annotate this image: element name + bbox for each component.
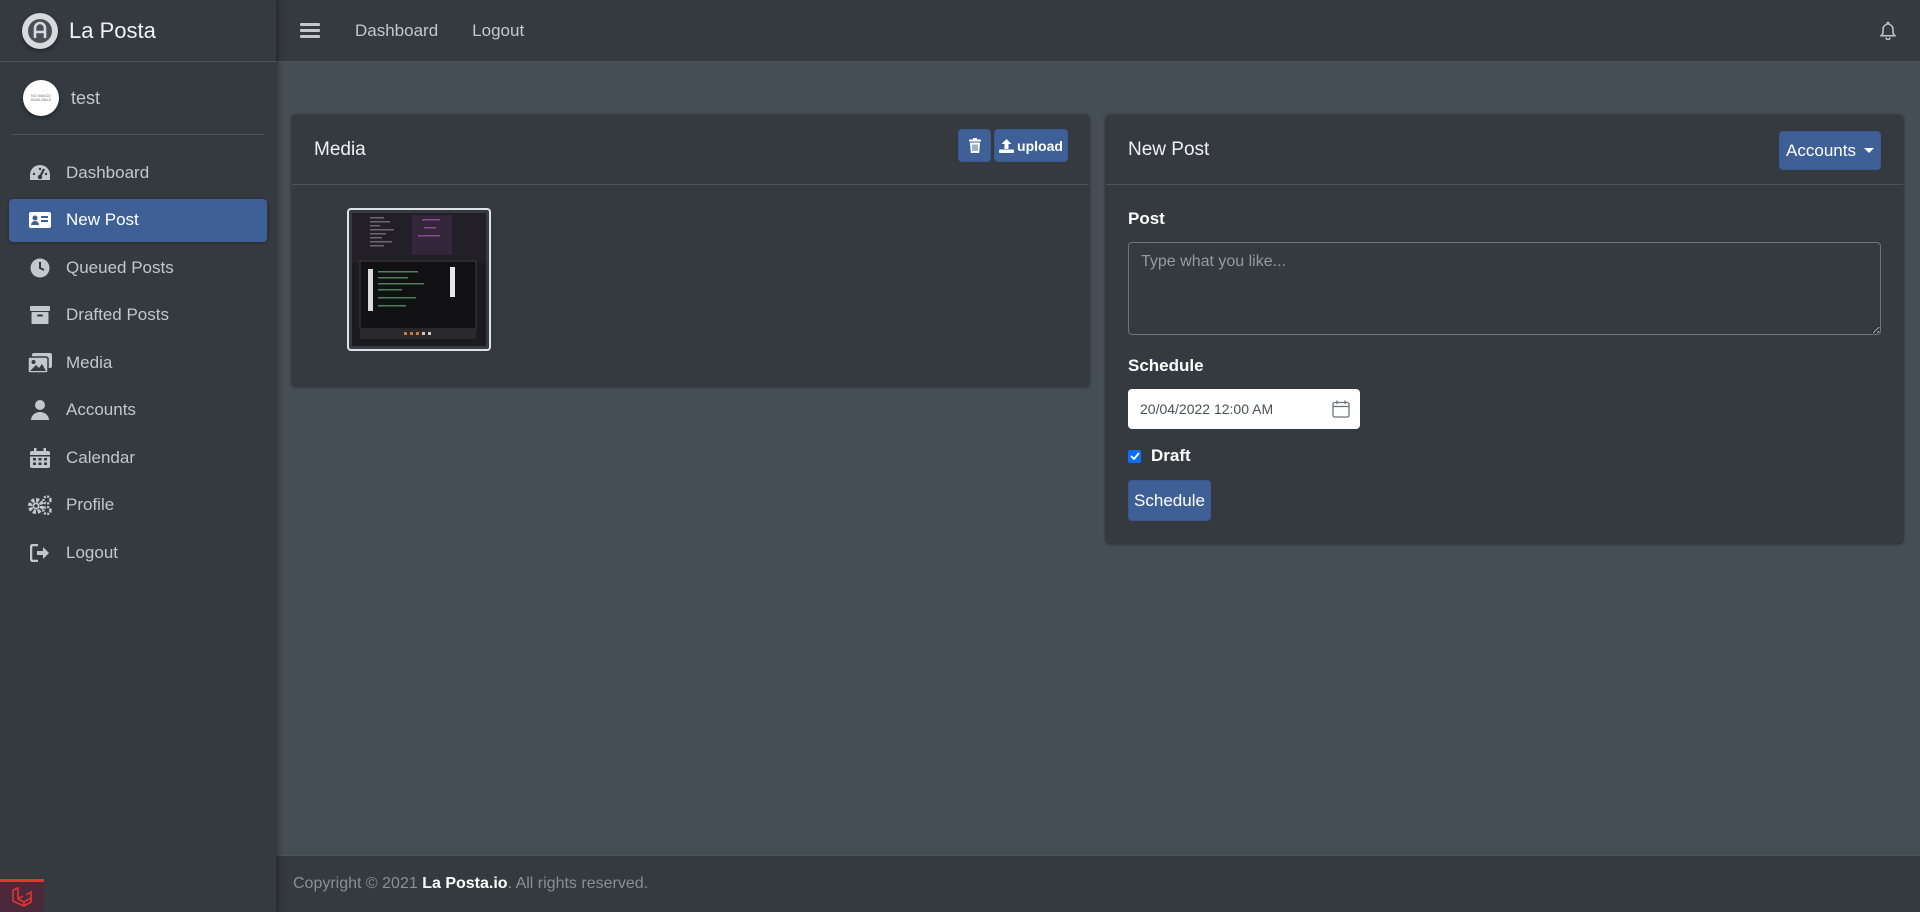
footer-rights: . All rights reserved. bbox=[507, 875, 649, 892]
sidebar-item-label: Calendar bbox=[66, 447, 135, 467]
schedule-datetime-value: 20/04/2022 12:00 AM bbox=[1140, 401, 1274, 417]
sidebar-item-accounts[interactable]: Accounts bbox=[9, 389, 267, 432]
sign-out-icon bbox=[28, 541, 52, 565]
upload-button[interactable]: upload bbox=[994, 129, 1068, 162]
sidebar-item-new-post[interactable]: New Post bbox=[9, 198, 267, 242]
draft-label: Draft bbox=[1151, 446, 1191, 465]
draft-checkbox[interactable] bbox=[1128, 449, 1141, 463]
sidebar-item-label: Accounts bbox=[66, 400, 136, 419]
accounts-dropdown-label: Accounts bbox=[1786, 140, 1856, 160]
footer: Copyright © 2021 La Posta.io. All rights… bbox=[276, 855, 1920, 912]
media-thumbnail-image bbox=[352, 213, 486, 346]
draft-checkbox-row: Draft bbox=[1128, 446, 1191, 466]
sidebar-item-label: Dashboard bbox=[66, 162, 150, 182]
caret-down-icon bbox=[1863, 148, 1874, 153]
brand-link[interactable]: La Posta bbox=[0, 0, 276, 62]
sidebar-item-label: New Post bbox=[66, 210, 139, 229]
schedule-button[interactable]: Schedule bbox=[1128, 480, 1211, 521]
cogs-icon bbox=[28, 493, 52, 517]
calendar-icon bbox=[28, 446, 52, 470]
user-panel[interactable]: NO IMAGE AVAILABLE test bbox=[12, 62, 264, 135]
sidebar-item-drafted-posts[interactable]: Drafted Posts bbox=[9, 294, 267, 337]
footer-copyright: Copyright © 2021 bbox=[293, 875, 418, 892]
sidebar-item-queued-posts[interactable]: Queued Posts bbox=[9, 246, 267, 289]
accounts-dropdown-button[interactable]: Accounts bbox=[1779, 131, 1881, 170]
archive-icon bbox=[28, 303, 52, 327]
upload-label: upload bbox=[1017, 137, 1063, 154]
schedule-label: Schedule bbox=[1128, 356, 1204, 375]
brand-logo-icon bbox=[22, 12, 58, 49]
clock-icon bbox=[28, 256, 52, 280]
id-card-icon bbox=[28, 208, 52, 232]
sidebar-item-label: Profile bbox=[66, 495, 115, 514]
footer-brand-link[interactable]: La Posta.io bbox=[422, 875, 507, 893]
laravel-debugbar-icon[interactable] bbox=[0, 879, 44, 912]
avatar: NO IMAGE AVAILABLE bbox=[23, 80, 59, 116]
media-thumbnail[interactable] bbox=[347, 208, 491, 351]
sidebar-item-logout[interactable]: Logout bbox=[9, 531, 267, 574]
menu-toggle-icon[interactable] bbox=[300, 20, 320, 42]
sidebar-item-calendar[interactable]: Calendar bbox=[9, 436, 267, 479]
images-icon bbox=[28, 351, 52, 375]
sidebar-item-label: Logout bbox=[66, 542, 118, 562]
new-post-card: New Post Accounts Post Schedule 20/04/20… bbox=[1106, 115, 1903, 543]
calendar-picker-icon[interactable] bbox=[1332, 400, 1350, 421]
avatar-placeholder-text: NO IMAGE AVAILABLE bbox=[30, 93, 52, 102]
trash-icon bbox=[968, 138, 981, 153]
media-card-title: Media bbox=[314, 138, 366, 160]
brand-name: La Posta bbox=[69, 17, 156, 43]
sidebar-item-profile[interactable]: Profile bbox=[9, 484, 267, 527]
sidebar-item-dashboard[interactable]: Dashboard bbox=[9, 151, 267, 194]
upload-icon bbox=[999, 138, 1015, 153]
post-label: Post bbox=[1128, 209, 1165, 228]
media-card: Media upload bbox=[292, 115, 1089, 386]
new-post-card-header: New Post Accounts bbox=[1106, 115, 1903, 185]
top-navbar: Dashboard Logout bbox=[276, 0, 1920, 62]
delete-media-button[interactable] bbox=[958, 129, 991, 162]
sidebar: La Posta NO IMAGE AVAILABLE test Dashboa… bbox=[0, 0, 276, 912]
user-name: test bbox=[71, 87, 101, 108]
post-textarea[interactable] bbox=[1128, 242, 1881, 335]
sidebar-item-media[interactable]: Media bbox=[9, 341, 267, 384]
tachometer-icon bbox=[28, 161, 52, 185]
schedule-datetime-input[interactable]: 20/04/2022 12:00 AM bbox=[1128, 389, 1360, 429]
new-post-card-title: New Post bbox=[1128, 138, 1210, 160]
topnav-dashboard-link[interactable]: Dashboard bbox=[338, 21, 455, 41]
media-card-header: Media upload bbox=[292, 115, 1089, 185]
user-icon bbox=[28, 398, 52, 422]
sidebar-nav: Dashboard New Post Queued Posts Drafted … bbox=[0, 151, 276, 574]
sidebar-item-label: Media bbox=[66, 352, 113, 372]
bell-icon[interactable] bbox=[1879, 21, 1897, 45]
sidebar-item-label: Drafted Posts bbox=[66, 305, 169, 324]
checkmark-icon bbox=[1129, 452, 1140, 460]
topnav-logout-link[interactable]: Logout bbox=[455, 21, 541, 41]
sidebar-item-label: Queued Posts bbox=[66, 257, 174, 277]
